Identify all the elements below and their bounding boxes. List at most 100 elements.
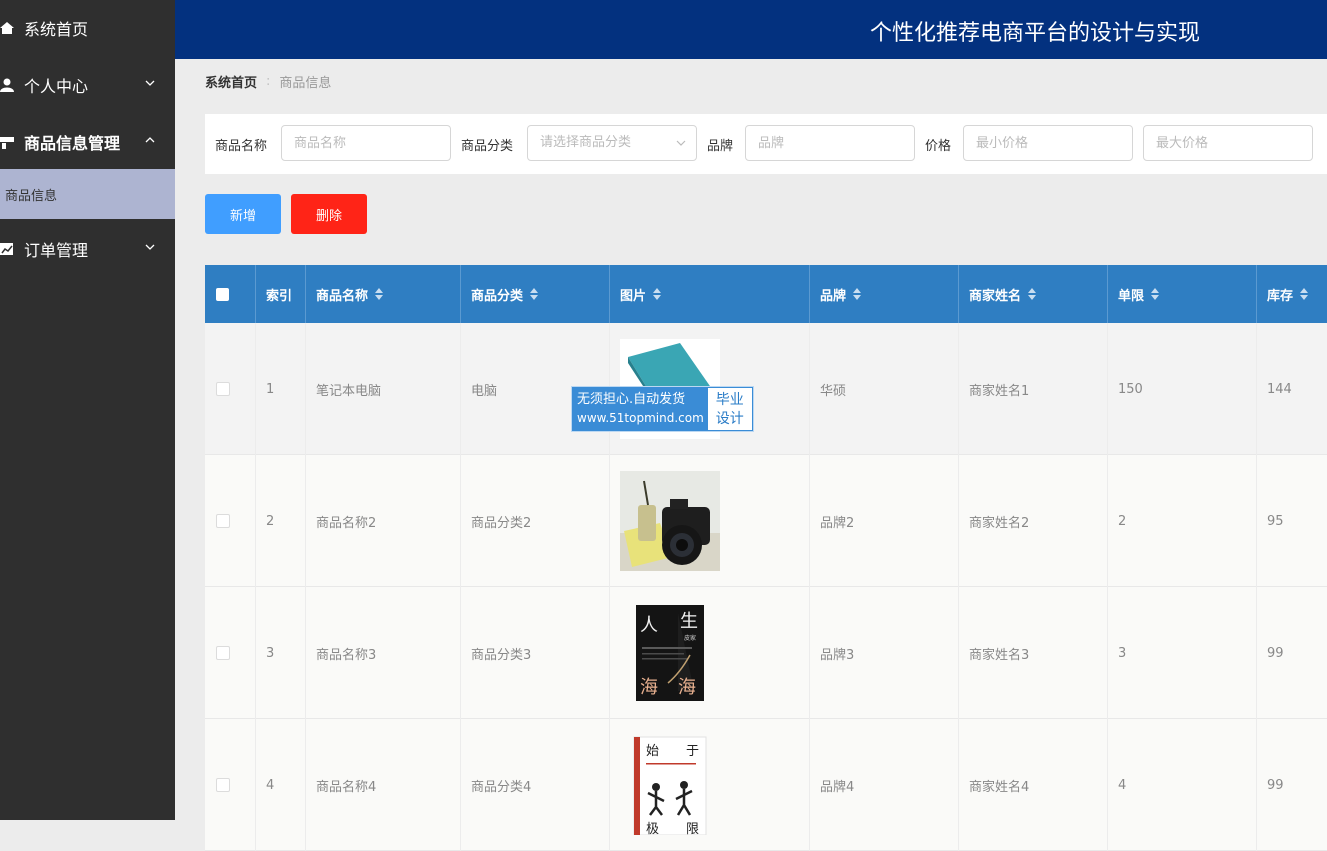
cell-name: 商品名称2 <box>305 455 460 587</box>
sort-icon[interactable] <box>529 287 539 301</box>
row-select-cell <box>205 587 255 719</box>
sidebar-item-goods-info[interactable]: 商品信息 <box>0 169 175 219</box>
cell-limit: 2 <box>1107 455 1256 587</box>
trend-chart-icon <box>0 243 13 255</box>
column-header-label: 品牌 <box>820 288 847 304</box>
cell-stock: 95 <box>1256 455 1327 587</box>
watermark-line2: www.51topmind.com <box>577 411 704 425</box>
category-filter-label: 商品分类 <box>461 139 514 154</box>
table-row[interactable]: 3 商品名称3 商品分类3 人 生 皮家 海 海 品牌3 商家姓名3 3 99 <box>205 587 1327 719</box>
name-filter-input[interactable] <box>281 125 451 161</box>
cell-category: 商品分类3 <box>460 587 609 719</box>
row-checkbox[interactable] <box>216 382 230 396</box>
column-header-name[interactable]: 商品名称 <box>305 265 460 323</box>
table-row[interactable]: 4 商品名称4 商品分类4 始 于 极 限 品牌4 商家姓名4 4 99 <box>205 719 1327 851</box>
brand-filter-input[interactable] <box>745 125 915 161</box>
column-header-image[interactable]: 图片 <box>609 265 809 323</box>
sidebar-item-personal[interactable]: 个人中心 <box>0 65 175 105</box>
sidebar-item-label: 订单管理 <box>24 241 89 260</box>
select-all-checkbox[interactable] <box>216 287 229 301</box>
column-header-category[interactable]: 商品分类 <box>460 265 609 323</box>
top-header: 个性化推荐电商平台的设计与实现 <box>175 0 1327 59</box>
column-header-label: 商品名称 <box>316 288 369 304</box>
breadcrumb: 系统首页 : 商品信息 <box>205 72 331 91</box>
sidebar-item-goods-management[interactable]: 商品信息管理 <box>0 122 175 162</box>
select-all-cell <box>205 265 255 323</box>
min-price-input[interactable] <box>963 125 1133 161</box>
price-filter-label: 价格 <box>925 139 952 154</box>
user-icon <box>0 78 14 92</box>
sort-icon[interactable] <box>374 287 384 301</box>
column-header-limit[interactable]: 单限 <box>1107 265 1256 323</box>
add-button[interactable]: 新增 <box>205 194 281 234</box>
sort-icon[interactable] <box>652 287 662 301</box>
cell-name: 商品名称4 <box>305 719 460 851</box>
cell-merchant: 商家姓名2 <box>958 455 1107 587</box>
max-price-input[interactable] <box>1143 125 1313 161</box>
breadcrumb-home-link[interactable]: 系统首页 <box>205 72 257 91</box>
book-char: 于 <box>686 744 699 759</box>
cell-index: 1 <box>255 323 305 455</box>
product-image-book-cover: 始 于 极 限 <box>620 735 720 835</box>
sort-icon[interactable] <box>1027 287 1037 301</box>
cell-stock: 99 <box>1256 587 1327 719</box>
cell-limit: 3 <box>1107 587 1256 719</box>
column-header-label: 单限 <box>1118 288 1145 304</box>
book-char: 始 <box>646 744 659 759</box>
column-header-label: 图片 <box>620 288 647 304</box>
watermark-tag-line2: 设计 <box>715 411 744 427</box>
row-checkbox[interactable] <box>216 514 230 528</box>
table-row[interactable]: 2 商品名称2 商品分类2 品牌2 商家姓名2 2 95 <box>205 455 1327 587</box>
row-checkbox[interactable] <box>216 646 230 660</box>
sidebar-item-label: 系统首页 <box>24 20 89 39</box>
sidebar-item-orders[interactable]: 订单管理 <box>0 229 175 269</box>
delete-button[interactable]: 删除 <box>291 194 367 234</box>
column-header-stock[interactable]: 库存 <box>1256 265 1327 323</box>
book-char: 限 <box>686 822 699 835</box>
cell-brand: 品牌3 <box>809 587 958 719</box>
book-char: 皮家 <box>684 634 696 642</box>
book-char: 极 <box>646 822 659 835</box>
cell-image: 始 于 极 限 <box>609 719 809 851</box>
sidebar-item-label: 商品信息 <box>5 188 58 204</box>
book-char: 生 <box>680 611 698 632</box>
row-checkbox[interactable] <box>216 778 230 792</box>
cell-index: 3 <box>255 587 305 719</box>
book-char: 人 <box>640 615 658 636</box>
sidebar-item-home[interactable]: 系统首页 <box>0 8 175 48</box>
shop-icon <box>0 137 14 149</box>
breadcrumb-current: 商品信息 <box>279 76 332 91</box>
home-icon <box>0 22 14 34</box>
sort-icon[interactable] <box>1150 287 1160 301</box>
sidebar-item-label: 个人中心 <box>24 77 89 96</box>
column-header-label: 索引 <box>266 288 293 304</box>
book-char: 海 <box>678 677 696 698</box>
sidebar: 系统首页 个人中心 商品信息管理 商品信息 订单管理 <box>0 0 175 820</box>
column-header-merchant[interactable]: 商家姓名 <box>958 265 1107 323</box>
cell-image <box>609 455 809 587</box>
watermark-tag-line1: 毕业 <box>715 392 744 408</box>
product-image-camera <box>620 471 720 571</box>
table-row[interactable]: 1 笔记本电脑 电脑 华硕 商家姓名1 150 144 <box>205 323 1327 455</box>
cell-category: 商品分类4 <box>460 719 609 851</box>
cell-index: 2 <box>255 455 305 587</box>
category-filter-placeholder: 请选择商品分类 <box>540 135 632 150</box>
category-filter-select[interactable]: 请选择商品分类 <box>527 125 697 161</box>
cell-category: 商品分类2 <box>460 455 609 587</box>
book-char: 海 <box>640 677 658 698</box>
cell-image: 人 生 皮家 海 海 <box>609 587 809 719</box>
column-header-label: 商家姓名 <box>969 288 1022 304</box>
cell-brand: 品牌2 <box>809 455 958 587</box>
column-header-label: 库存 <box>1267 288 1294 304</box>
app-title: 个性化推荐电商平台的设计与实现 <box>870 21 1201 46</box>
sort-icon[interactable] <box>852 287 862 301</box>
row-select-cell <box>205 323 255 455</box>
sort-icon[interactable] <box>1299 287 1309 301</box>
cell-merchant: 商家姓名3 <box>958 587 1107 719</box>
product-image-book-cover: 人 生 皮家 海 海 <box>620 603 720 703</box>
breadcrumb-separator: : <box>266 74 271 89</box>
chevron-down-icon <box>145 244 155 250</box>
column-header-brand[interactable]: 品牌 <box>809 265 958 323</box>
watermark-tag: 毕业 设计 <box>706 387 753 431</box>
row-select-cell <box>205 719 255 851</box>
